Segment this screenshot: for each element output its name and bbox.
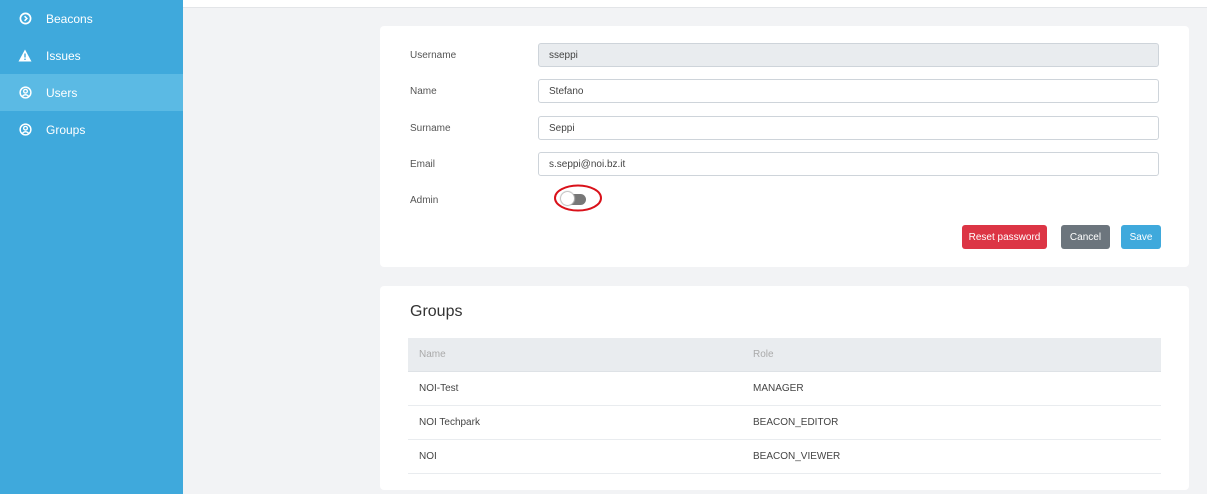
sidebar-item-groups[interactable]: Groups [0, 111, 183, 148]
admin-label: Admin [410, 195, 439, 206]
name-field[interactable] [538, 79, 1159, 103]
name-row: Name [410, 79, 1159, 105]
groups-table: Name Role NOI-Test MANAGER NOI Techpark … [408, 338, 1161, 474]
table-row[interactable]: NOI-Test MANAGER [408, 372, 1161, 406]
admin-toggle[interactable] [561, 192, 586, 205]
reset-password-button[interactable]: Reset password [962, 225, 1047, 249]
group-role-cell: MANAGER [753, 383, 804, 394]
username-field[interactable] [538, 43, 1159, 67]
groups-card: Groups Name Role NOI-Test MANAGER NOI Te… [380, 286, 1189, 490]
column-header-role: Role [753, 349, 774, 360]
group-name-cell: NOI Techpark [419, 417, 480, 428]
group-role-cell: BEACON_EDITOR [753, 417, 839, 428]
beacon-icon [18, 12, 32, 26]
sidebar-item-label: Groups [46, 122, 86, 137]
username-row: Username [410, 43, 1159, 69]
surname-label: Surname [410, 123, 451, 134]
cancel-button[interactable]: Cancel [1061, 225, 1110, 249]
group-name-cell: NOI-Test [419, 383, 459, 394]
group-name-cell: NOI [419, 451, 437, 462]
email-label: Email [410, 159, 436, 170]
username-label: Username [410, 50, 457, 61]
table-header: Name Role [408, 338, 1161, 372]
group-role-cell: BEACON_VIEWER [753, 451, 841, 462]
name-label: Name [410, 86, 437, 97]
table-row[interactable]: NOI BEACON_VIEWER [408, 440, 1161, 474]
save-button[interactable]: Save [1121, 225, 1161, 249]
top-bar [183, 0, 1207, 8]
groups-title: Groups [410, 303, 463, 320]
column-header-name: Name [419, 349, 446, 360]
sidebar-item-label: Issues [46, 48, 81, 63]
table-row[interactable]: NOI Techpark BEACON_EDITOR [408, 406, 1161, 440]
admin-row: Admin [410, 184, 1159, 214]
sidebar-item-label: Users [46, 85, 78, 100]
warning-icon [18, 49, 32, 63]
email-row: Email [410, 152, 1159, 178]
surname-row: Surname [410, 116, 1159, 142]
sidebar-item-label: Beacons [46, 11, 93, 26]
sidebar-item-issues[interactable]: Issues [0, 37, 183, 74]
email-field[interactable] [538, 152, 1159, 176]
sidebar: Beacons Issues Users Groups [0, 0, 183, 494]
toggle-knob [561, 192, 574, 205]
user-icon [18, 86, 32, 100]
surname-field[interactable] [538, 116, 1159, 140]
sidebar-item-users[interactable]: Users [0, 74, 183, 111]
user-details-card: Username Name Surname Email Admin Reset … [380, 26, 1189, 267]
user-icon [18, 123, 32, 137]
sidebar-item-beacons[interactable]: Beacons [0, 0, 183, 37]
